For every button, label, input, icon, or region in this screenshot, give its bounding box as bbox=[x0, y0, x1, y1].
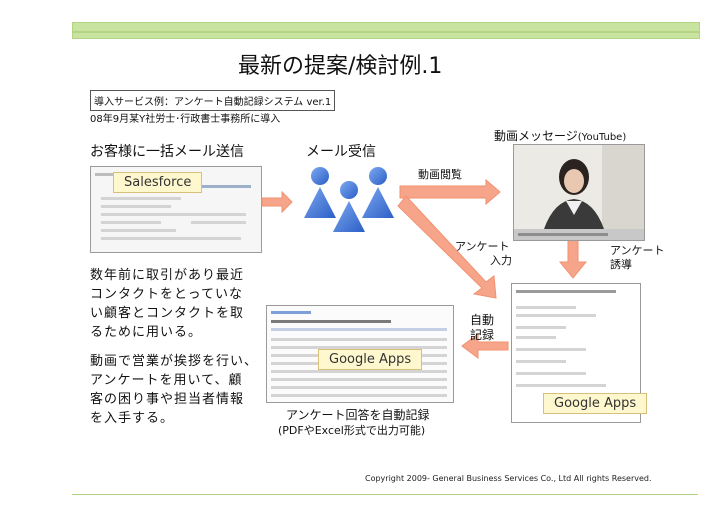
record-note-line-1: アンケート回答を自動記録 bbox=[286, 408, 430, 422]
copyright: Copyright 2009- General Business Service… bbox=[365, 474, 652, 483]
video-thumbnail bbox=[514, 145, 644, 240]
arrow-send-icon bbox=[261, 190, 293, 214]
description-line: 客の困り事や担当者情報 bbox=[90, 392, 245, 407]
description-line: コンタクトをとっていな bbox=[90, 287, 243, 302]
slide: 最新の提案/検討例.1 導入サービス例：アンケート自動記録システム ver.1 … bbox=[0, 0, 728, 514]
footer-rule bbox=[72, 494, 698, 495]
description-method: 動画で営業が挨拶を行い、 アンケートを用いて、顧 客の困り事や担当者情報 を入手… bbox=[90, 352, 258, 428]
description-purpose: 数年前に取引があり最近 コンタクトをとっていな い顧客とコンタクトを取 るために… bbox=[90, 266, 244, 342]
survey-input-label-2: 入力 bbox=[490, 254, 512, 267]
description-line: い顧客とコンタクトを取 bbox=[90, 306, 245, 321]
description-line: 数年前に取引があり最近 bbox=[90, 268, 245, 283]
description-line: アンケートを用いて、顧 bbox=[90, 373, 243, 388]
arrow-view-icon bbox=[399, 178, 501, 206]
auto-record-label-2: 記録 bbox=[470, 328, 495, 342]
arrow-survey-guide-icon bbox=[558, 235, 588, 279]
record-note-line-2: (PDFやExcel形式で出力可能) bbox=[278, 424, 426, 437]
description-line: 動画で営業が挨拶を行い、 bbox=[90, 354, 259, 369]
google-apps-form-label: Google Apps bbox=[543, 393, 648, 414]
description-line: を入手する。 bbox=[90, 411, 175, 426]
video-player[interactable] bbox=[513, 144, 645, 241]
google-apps-label: Google Apps bbox=[318, 349, 423, 370]
description-line: るために用いる。 bbox=[90, 325, 203, 340]
survey-guide-label-2: 誘導 bbox=[610, 258, 632, 271]
